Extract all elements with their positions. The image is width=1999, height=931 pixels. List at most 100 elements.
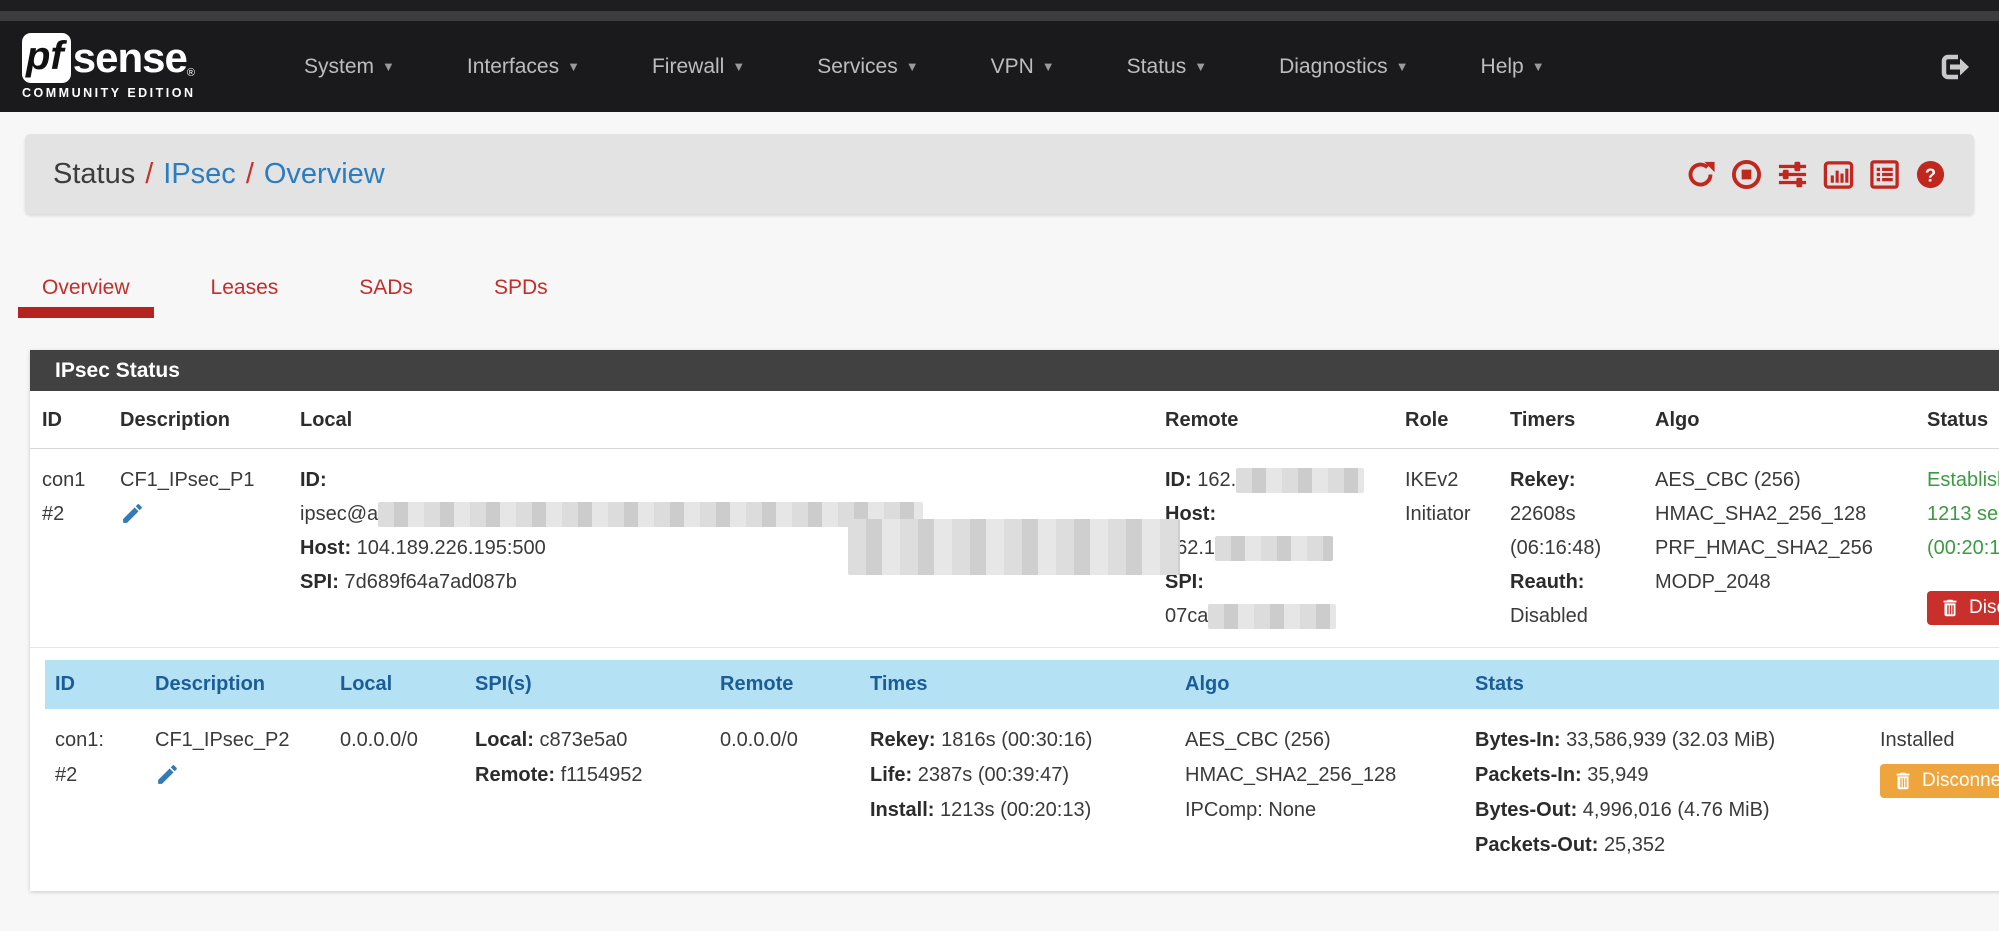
bar-chart-icon[interactable] (1823, 159, 1854, 190)
child-col-header-local: Local (330, 660, 465, 709)
breadcrumb-link-overview[interactable]: Overview (264, 158, 385, 190)
rekey-time: (06:16:48) (1510, 531, 1635, 565)
breadcrumb: Status/IPsec/Overview (53, 158, 385, 191)
panel-title: IPsec Status (30, 350, 1999, 391)
time-install-label: Install: (870, 799, 934, 821)
col-header-local: Local (290, 391, 1155, 449)
nav-label: Firewall (652, 55, 724, 79)
child-algo-encryption: AES_CBC (256) (1185, 723, 1455, 758)
breadcrumb-separator: / (236, 158, 264, 190)
chevron-down-icon: ▼ (382, 59, 395, 74)
bytes-out-value: 4,996,016 (4.76 MiB) (1583, 799, 1770, 821)
packets-out-value: 25,352 (1604, 834, 1665, 856)
role-value: Initiator (1405, 497, 1490, 531)
packets-out-label: Packets-Out: (1475, 834, 1598, 856)
child-algo-hash: HMAC_SHA2_256_128 (1185, 758, 1455, 793)
child-disconnect-button[interactable]: Disconnect (1880, 764, 1999, 798)
logo-subtitle: COMMUNITY EDITION (22, 86, 232, 100)
tab-overview[interactable]: Overview (30, 276, 142, 318)
list-icon[interactable] (1869, 159, 1900, 190)
child-row-remote: 0.0.0.0/0 (710, 709, 860, 877)
nav-label: Diagnostics (1279, 55, 1388, 79)
chevron-down-icon: ▼ (567, 59, 580, 74)
help-icon[interactable]: ? (1915, 159, 1946, 190)
remote-id-value: 162. (1197, 469, 1236, 491)
role-protocol: IKEv2 (1405, 463, 1490, 497)
nav-item-status[interactable]: Status▼ (1091, 55, 1243, 79)
breadcrumb-link-ipsec[interactable]: IPsec (163, 158, 236, 190)
nav-item-diagnostics[interactable]: Diagnostics ▼ (1243, 55, 1444, 79)
child-row-algo: AES_CBC (256) HMAC_SHA2_256_128 IPComp: … (1175, 709, 1465, 877)
stop-icon[interactable] (1731, 159, 1762, 190)
nav-label: Status (1127, 55, 1187, 79)
nav-item-help[interactable]: Help▼ (1445, 55, 1581, 79)
child-col-header-description: Description (145, 660, 330, 709)
svg-text:?: ? (1925, 164, 1936, 185)
breadcrumb-section: Status (53, 158, 135, 190)
subnav-tabs: Overview Leases SADs SPDs (30, 276, 1999, 318)
child-id-name: con1: (55, 723, 135, 758)
ike-id-number: #2 (42, 497, 100, 531)
trash-icon (1939, 597, 1961, 619)
ipsec-status-panel: IPsec Status ID Description Local Remote… (30, 350, 1999, 891)
ike-row-remote: ID: 162. Host: 162.1 SPI: 07ca (1155, 449, 1395, 647)
child-col-header-times: Times (860, 660, 1175, 709)
bytes-in-value: 33,586,939 (32.03 MiB) (1566, 729, 1775, 751)
ike-row-status: Established 1213 seconds (00:20:13) Disc… (1905, 449, 1999, 647)
sliders-icon[interactable] (1777, 159, 1808, 190)
chevron-down-icon: ▼ (1396, 59, 1409, 74)
edit-pencil-icon[interactable] (120, 501, 145, 526)
tab-leases[interactable]: Leases (199, 276, 291, 318)
refresh-icon[interactable] (1685, 159, 1716, 190)
sign-out-icon[interactable] (1937, 50, 1971, 84)
col-header-timers: Timers (1500, 391, 1645, 449)
logo-pf: pf (22, 33, 71, 83)
local-spi-label: SPI: (300, 571, 339, 593)
chevron-down-icon: ▼ (732, 59, 745, 74)
child-col-header-algo: Algo (1175, 660, 1465, 709)
algo-encryption: AES_CBC (256) (1655, 463, 1895, 497)
child-col-header-spis: SPI(s) (465, 660, 710, 709)
logo-sense: sense (73, 34, 187, 82)
page-action-icons: ? (1685, 159, 1946, 190)
reauth-label: Reauth: (1510, 571, 1584, 593)
tab-sads[interactable]: SADs (347, 276, 425, 318)
rekey-value: 22608s (1510, 497, 1635, 531)
reauth-value: Disabled (1510, 599, 1635, 633)
time-rekey-value: 1816s (00:30:16) (941, 729, 1092, 751)
nav-label: Services (817, 55, 898, 79)
edit-pencil-icon[interactable] (155, 762, 180, 787)
col-header-role: Role (1395, 391, 1500, 449)
col-header-status: Status (1905, 391, 1999, 449)
child-row-times: Rekey: 1816s (00:30:16) Life: 2387s (00:… (860, 709, 1175, 877)
trash-icon (1892, 770, 1914, 792)
col-header-algo: Algo (1645, 391, 1905, 449)
pfsense-logo[interactable]: pf sense ® COMMUNITY EDITION (22, 33, 232, 100)
child-row-description: CF1_IPsec_P2 (145, 709, 330, 877)
nav-label: System (304, 55, 374, 79)
ike-row-role: IKEv2 Initiator (1395, 449, 1500, 647)
local-spi-value: 7d689f64a7ad087b (344, 571, 516, 593)
spi-local-value: c873e5a0 (539, 729, 627, 751)
nav-item-firewall[interactable]: Firewall ▼ (616, 55, 781, 79)
child-description-text: CF1_IPsec_P2 (155, 723, 320, 758)
bytes-out-label: Bytes-Out: (1475, 799, 1577, 821)
disconnect-button[interactable]: Disconnect (1927, 591, 1999, 625)
local-host-value: 104.189.226.195:500 (357, 537, 546, 559)
col-header-description: Description (110, 391, 290, 449)
disconnect-button-label: Disconnect (1969, 597, 1999, 619)
status-time: (00:20:13) (1927, 531, 1999, 565)
nav-item-vpn[interactable]: VPN▼ (955, 55, 1091, 79)
nav-item-interfaces[interactable]: Interfaces▼ (431, 55, 616, 79)
child-col-header-stats: Stats (1465, 660, 1870, 709)
time-life-label: Life: (870, 764, 912, 786)
tab-spds[interactable]: SPDs (482, 276, 560, 318)
col-header-id: ID (30, 391, 110, 449)
ike-row-timers: Rekey: 22608s (06:16:48) Reauth: Disable… (1500, 449, 1645, 647)
nav-item-system[interactable]: System ▼ (268, 55, 431, 79)
child-algo-ipcomp: IPComp: None (1185, 793, 1455, 828)
local-id-value: ipsec@a (300, 503, 378, 525)
child-row-stats: Bytes-In: 33,586,939 (32.03 MiB) Packets… (1465, 709, 1870, 877)
nav-item-services[interactable]: Services▼ (781, 55, 954, 79)
col-header-remote: Remote (1155, 391, 1395, 449)
